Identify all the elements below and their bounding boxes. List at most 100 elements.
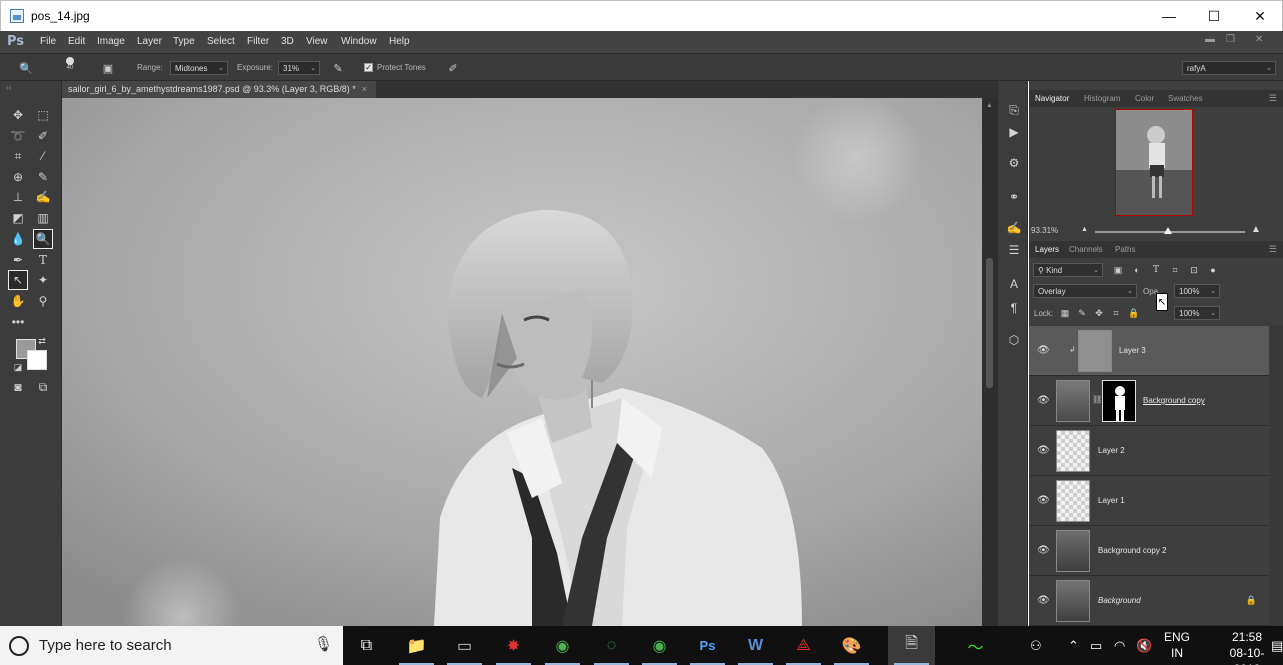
hand-tool-icon[interactable]: ✋ — [8, 291, 28, 311]
scrollbar-thumb[interactable] — [986, 258, 993, 388]
3d-panel-icon[interactable]: ⬡ — [1005, 331, 1023, 349]
character-panel-icon[interactable]: A — [1005, 275, 1023, 293]
dodge-tool-icon[interactable]: 🔍 — [33, 229, 53, 249]
chrome-icon[interactable]: ◉ — [636, 626, 683, 665]
layer-row-layer-3[interactable]: 👁 ↲ Layer 3 — [1029, 326, 1269, 376]
task-view-icon[interactable]: ⧉ — [343, 626, 390, 665]
people-icon[interactable]: ⚇ — [1030, 638, 1042, 654]
menu-select[interactable]: Select — [207, 36, 235, 47]
lasso-tool-icon[interactable]: ➰ — [8, 126, 28, 146]
layer-name[interactable]: Layer 3 — [1119, 346, 1146, 355]
microphone-icon[interactable]: 🎙 — [314, 635, 333, 653]
wifi-icon[interactable]: ◠ — [1114, 638, 1125, 654]
photo-canvas[interactable] — [62, 98, 982, 626]
input-language[interactable]: ENG IN — [1160, 629, 1194, 661]
type-tool-icon[interactable]: T — [33, 250, 53, 270]
gradient-tool-icon[interactable]: ▥ — [33, 208, 53, 228]
scroll-up-icon[interactable]: ▲ — [986, 102, 993, 109]
layer-row-background-copy-2[interactable]: 👁 Background copy 2 — [1029, 526, 1269, 576]
collapse-icon[interactable]: ‹‹ — [6, 83, 11, 92]
adjustments-panel-icon[interactable]: ⚙ — [1005, 154, 1023, 172]
doc-minimize-icon[interactable]: ▬ — [1205, 34, 1215, 45]
paint-icon[interactable]: 🎨 — [828, 626, 875, 665]
tab-layers[interactable]: Layers — [1035, 245, 1059, 254]
workspace-dropdown[interactable]: rafyA ⌄ — [1182, 61, 1276, 75]
visibility-eye-icon[interactable]: 👁 — [1037, 595, 1050, 606]
zoom-slider-handle[interactable] — [1164, 227, 1172, 234]
visibility-eye-icon[interactable]: 👁 — [1037, 345, 1050, 356]
layer-row-layer-1[interactable]: 👁 Layer 1 — [1029, 476, 1269, 526]
actions-panel-icon[interactable]: ▶ — [1005, 123, 1023, 141]
chevron-up-icon[interactable]: ⌃ — [1068, 638, 1079, 654]
blend-mode-dropdown[interactable]: Overlay ⌄ — [1033, 284, 1137, 298]
zoom-tool-icon[interactable]: ⚲ — [33, 291, 53, 311]
doc-restore-icon[interactable]: ❐ — [1226, 34, 1235, 45]
layer-name[interactable]: Background copy 2 — [1098, 546, 1167, 555]
smart-object-filter-icon[interactable]: ⊡ — [1188, 264, 1200, 276]
layer-row-background[interactable]: 👁 Background 🔒 — [1029, 576, 1269, 626]
eraser-tool-icon[interactable]: ◩ — [8, 208, 28, 228]
shape-filter-icon[interactable]: ⌗ — [1169, 264, 1181, 276]
pressure-size-icon[interactable]: ✐ — [445, 60, 461, 76]
tab-channels[interactable]: Channels — [1069, 245, 1103, 254]
layer-name[interactable]: Background copy — [1143, 396, 1205, 405]
panel-menu-icon[interactable]: ☰ — [1269, 244, 1277, 255]
pen-tool-icon[interactable]: ✒ — [8, 250, 28, 270]
quick-mask-icon[interactable]: ◙ — [8, 377, 28, 397]
properties-panel-icon[interactable]: ⚭ — [1005, 188, 1023, 206]
menu-layer[interactable]: Layer — [137, 36, 162, 47]
brush-presets-icon[interactable]: ☰ — [1005, 241, 1023, 259]
layer-filter-dropdown[interactable]: ⚲ Kind ⌄ — [1033, 263, 1103, 277]
system-clock[interactable]: 21:58 08-10-2018 — [1222, 629, 1272, 665]
layer-name[interactable]: Layer 2 — [1098, 446, 1125, 455]
battery-icon[interactable]: ▭ — [1090, 638, 1102, 654]
tab-histogram[interactable]: Histogram — [1084, 94, 1120, 103]
zoom-value[interactable]: 93.31% — [1031, 226, 1058, 235]
zoom-in-icon[interactable]: ▲ — [1251, 224, 1261, 235]
lock-pixels-icon[interactable]: ✎ — [1076, 307, 1088, 319]
zoom-out-icon[interactable]: ▲ — [1081, 226, 1088, 233]
clone-stamp-tool-icon[interactable]: ⊥ — [8, 187, 28, 207]
close-button[interactable]: ✕ — [1237, 1, 1283, 31]
fill-field[interactable]: 100% ⌄ — [1174, 306, 1220, 320]
layer-row-layer-2[interactable]: 👁 Layer 2 — [1029, 426, 1269, 476]
swap-colors-icon[interactable]: ⇄ — [36, 335, 48, 347]
menu-view[interactable]: View — [306, 36, 328, 47]
chrome-icon[interactable]: ◉ — [539, 626, 586, 665]
lock-all-icon[interactable]: 🔒 — [1128, 307, 1140, 319]
marquee-tool-icon[interactable]: ⬚ — [33, 105, 53, 125]
visibility-eye-icon[interactable]: 👁 — [1037, 545, 1050, 556]
edit-toolbar-icon[interactable]: ••• — [8, 312, 28, 332]
screen-mode-icon[interactable]: ⧉ — [33, 377, 53, 397]
path-selection-tool-icon[interactable]: ↖ — [8, 270, 28, 290]
notifications-icon[interactable]: ▤ — [1271, 638, 1283, 654]
range-dropdown[interactable]: Midtones ⌄ — [170, 61, 228, 75]
paragraph-panel-icon[interactable]: ¶ — [1005, 299, 1023, 317]
minimize-button[interactable]: — — [1146, 1, 1192, 31]
layers-scrollbar[interactable] — [1270, 325, 1283, 626]
photoshop-taskbar-icon[interactable]: Ps — [684, 626, 731, 665]
protect-tones-checkbox[interactable]: ✓ — [364, 63, 373, 72]
link-chain-icon[interactable]: ⛓ — [1092, 395, 1102, 404]
file-explorer-icon[interactable]: 📁 — [393, 626, 440, 665]
taskbar-search-box[interactable]: Type here to search 🎙 — [0, 626, 343, 665]
dodge-tool-preset-icon[interactable]: 🔍 — [18, 60, 34, 76]
visibility-eye-icon[interactable]: 👁 — [1037, 395, 1050, 406]
menu-3d[interactable]: 3D — [281, 36, 294, 47]
default-colors-icon[interactable]: ◪ — [12, 361, 24, 373]
lock-position-icon[interactable]: ✥ — [1093, 307, 1105, 319]
close-tab-icon[interactable]: × — [362, 84, 367, 94]
volume-muted-icon[interactable]: 🔇 — [1136, 638, 1152, 654]
circular-app-icon[interactable]: ◌ — [588, 626, 635, 665]
tab-paths[interactable]: Paths — [1115, 245, 1135, 254]
navigator-preview[interactable] — [1115, 109, 1193, 216]
history-brush-tool-icon[interactable]: ✍ — [33, 187, 53, 207]
brush-panel-icon[interactable]: ✍ — [1005, 219, 1023, 237]
spider-app-icon[interactable]: ✸ — [490, 626, 537, 665]
opacity-field[interactable]: 100% ⌄ — [1174, 284, 1220, 298]
visibility-eye-icon[interactable]: 👁 — [1037, 445, 1050, 456]
layer-row-background-copy[interactable]: 👁 ⛓ Background copy — [1029, 376, 1269, 426]
layer-name[interactable]: Layer 1 — [1098, 496, 1125, 505]
menu-image[interactable]: Image — [97, 36, 125, 47]
menu-file[interactable]: File — [40, 36, 56, 47]
